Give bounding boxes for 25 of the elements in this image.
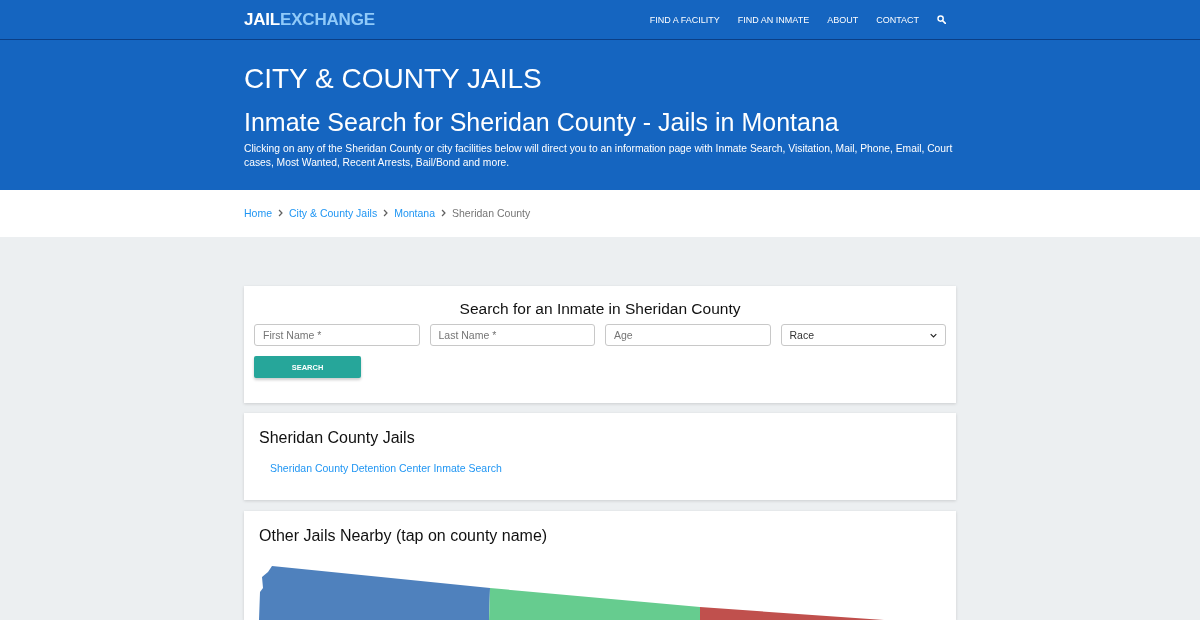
search-icon[interactable] — [937, 15, 946, 24]
nav-link[interactable]: CONTACT — [876, 13, 919, 26]
page-description: Clicking on any of the Sheridan County or city facilities below will direct you to an information page with Inmate Search, Visitation, Mail, Phone, Email, Court cases, Most Wanted, Recent Arrests, Bail/Bond and more. — [244, 142, 954, 170]
breadcrumb-link[interactable]: City & County Jails — [289, 206, 378, 220]
facility-link[interactable]: Sheridan County Detention Center Inmate Search — [270, 461, 502, 475]
chevron-down-icon — [930, 332, 937, 338]
site-logo[interactable]: JAILEXCHANGE — [244, 9, 375, 30]
dropdown-field[interactable]: Race — [780, 324, 946, 346]
chevron-right-icon — [278, 209, 283, 217]
breadcrumb-current: Sheridan County — [452, 206, 531, 220]
chevron-right-icon — [441, 209, 446, 217]
nav-link[interactable]: ABOUT — [827, 13, 859, 26]
search-heading: Search for an Inmate in Sheridan County — [458, 299, 742, 319]
nav-link[interactable]: FIND AN INMATE — [737, 13, 810, 26]
breadcrumb-link[interactable]: Montana — [394, 206, 435, 220]
section-heading: Other Jails Nearby (tap on county name) — [259, 526, 549, 546]
page-title: Inmate Search for Sheridan County - Jails in Montana — [244, 107, 840, 137]
breadcrumb-link[interactable]: Home — [244, 206, 272, 220]
text-field[interactable]: Age — [605, 324, 771, 346]
nav-link[interactable]: FIND A FACILITY — [649, 13, 720, 26]
category-heading: CITY & COUNTY JAILS — [244, 62, 543, 96]
section-heading: Sheridan County Jails — [259, 428, 416, 448]
text-field[interactable]: Last Name * — [429, 324, 595, 346]
chevron-right-icon — [383, 209, 389, 217]
text-field[interactable]: First Name * — [254, 324, 420, 346]
